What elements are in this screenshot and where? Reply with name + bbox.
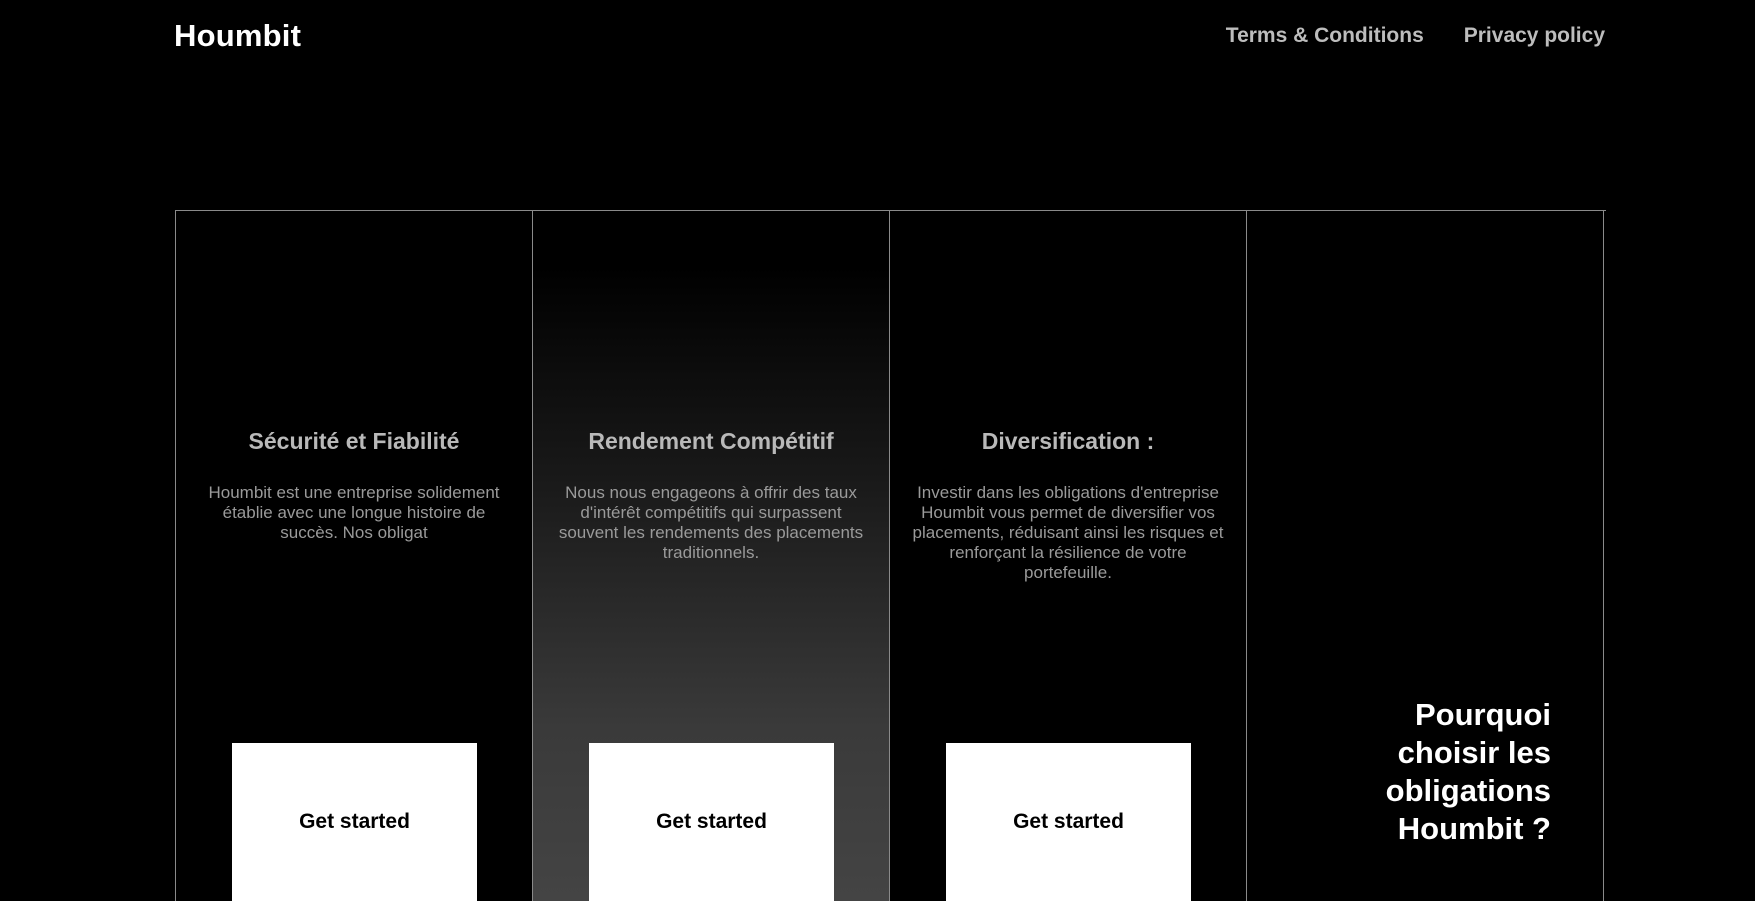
nav-privacy-link[interactable]: Privacy policy: [1464, 24, 1605, 48]
get-started-button[interactable]: Get started: [946, 743, 1191, 901]
logo[interactable]: Houmbit: [174, 18, 301, 54]
features-grid: Sécurité et Fiabilité Houmbit est une en…: [175, 210, 1606, 901]
card-description: Investir dans les obligations d'entrepri…: [912, 483, 1224, 582]
feature-card-security: Sécurité et Fiabilité Houmbit est une en…: [176, 211, 533, 901]
nav-terms-link[interactable]: Terms & Conditions: [1226, 24, 1424, 48]
card-description: Nous nous engageons à offrir des taux d'…: [558, 483, 864, 562]
why-card: Pourquoi choisir les obligations Houmbit…: [1247, 211, 1604, 901]
card-title: Diversification :: [981, 428, 1155, 454]
why-heading: Pourquoi choisir les obligations Houmbit…: [1385, 697, 1551, 846]
feature-card-yield: Rendement Compétitif Nous nous engageons…: [533, 211, 890, 901]
card-title: Rendement Compétitif: [588, 428, 834, 454]
get-started-button[interactable]: Get started: [589, 743, 834, 901]
site-header: Houmbit Terms & Conditions Privacy polic…: [0, 0, 1755, 72]
get-started-button[interactable]: Get started: [232, 743, 477, 901]
feature-card-diversification: Diversification : Investir dans les obli…: [890, 211, 1247, 901]
card-description: Houmbit est une entreprise solidement ét…: [208, 483, 500, 542]
card-title: Sécurité et Fiabilité: [248, 428, 460, 454]
top-nav: Terms & Conditions Privacy policy: [1226, 24, 1605, 48]
